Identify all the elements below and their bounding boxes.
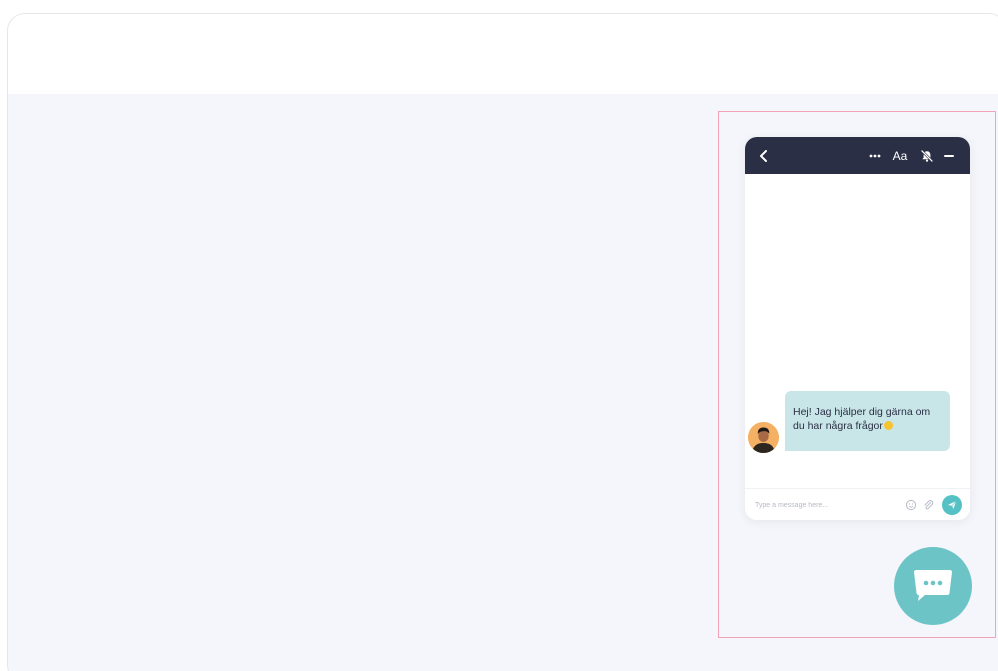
message-composer [745, 488, 970, 520]
agent-avatar [748, 422, 779, 453]
font-size-button[interactable]: Aa [890, 137, 910, 174]
message-input[interactable] [755, 497, 895, 513]
more-options-button[interactable] [868, 137, 882, 174]
bell-off-icon [920, 149, 934, 162]
minimize-button[interactable] [942, 137, 956, 174]
chevron-left-icon [760, 149, 767, 162]
mute-notifications-button[interactable] [919, 137, 935, 174]
paperclip-icon[interactable] [922, 499, 934, 511]
send-button[interactable] [942, 495, 962, 515]
smile-emoji-icon [883, 421, 893, 430]
smiley-icon[interactable] [905, 499, 917, 511]
back-button[interactable] [757, 137, 771, 174]
chat-bubble-icon [914, 570, 952, 601]
chat-launcher-button[interactable] [894, 547, 972, 625]
minus-icon [944, 154, 954, 157]
agent-message-text: Hej! Jag hjälper dig gärna om du har någ… [793, 406, 931, 432]
agent-message-bubble: Hej! Jag hjälper dig gärna om du har någ… [785, 391, 950, 451]
chat-header: Aa [745, 137, 970, 174]
chat-window: Aa Hej! Jag hjälper dig gärna om du har … [745, 137, 970, 520]
top-bar [8, 14, 998, 94]
more-dots-icon [869, 154, 881, 157]
send-icon [948, 500, 957, 509]
agent-avatar-image [748, 422, 779, 453]
